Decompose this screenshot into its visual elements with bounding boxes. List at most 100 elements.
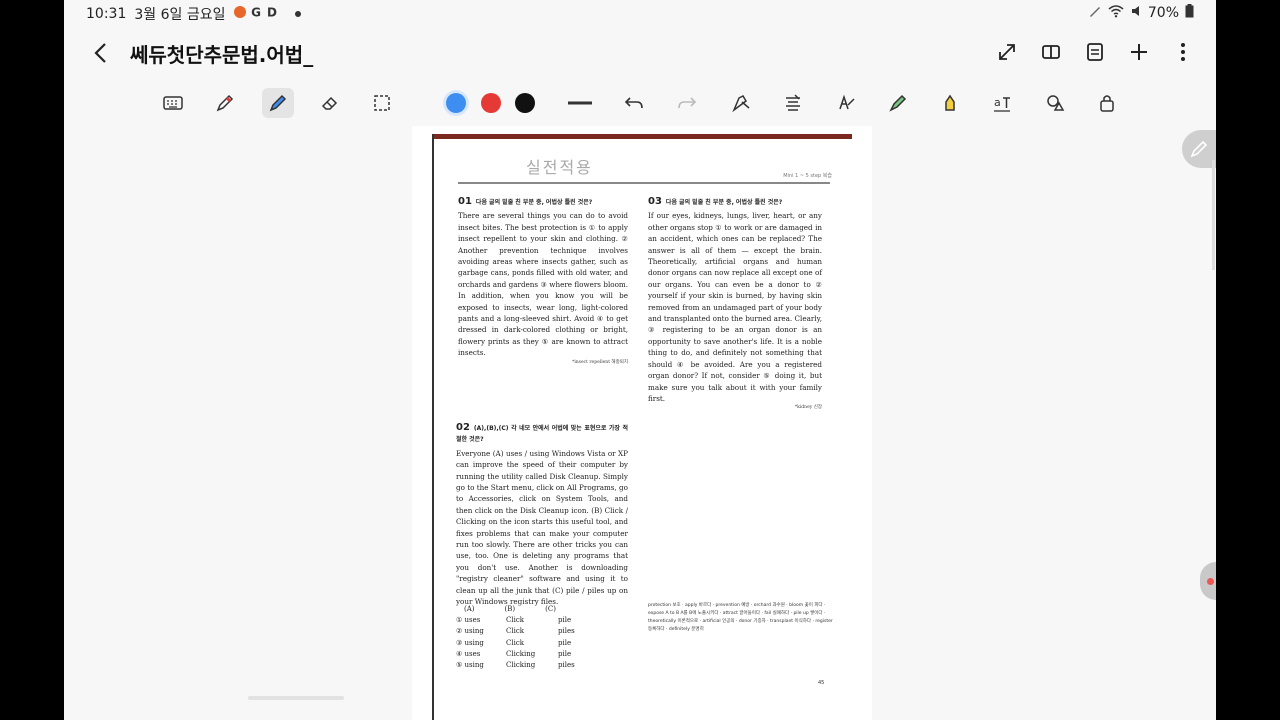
text-format-icon — [786, 94, 800, 111]
notification-icons: G D — [233, 5, 287, 23]
question-number: 01 — [458, 196, 472, 207]
answer-a: ④ uses — [456, 649, 481, 658]
page-view-button[interactable] — [1040, 38, 1062, 66]
app-bar: 쎄듀첫단추문법.어법_ — [64, 30, 1216, 76]
page-code: Mini 1 ~ 5 step 복습 — [783, 173, 832, 179]
highlighter-tool[interactable] — [262, 88, 294, 118]
question-prompt: 다음 글의 밑줄 친 부분 중, 어법상 틀린 것은? — [475, 199, 593, 206]
undo-icon — [624, 97, 643, 109]
scrollbar[interactable] — [1212, 160, 1215, 270]
highlighter-yellow-tool[interactable] — [934, 88, 966, 118]
column-b-header: (B) — [504, 605, 516, 613]
question-prompt: (A),(B),(C) 각 네모 안에서 어법에 맞는 표현으로 가장 적절한 … — [456, 425, 628, 444]
color-swatch-black[interactable] — [509, 88, 541, 118]
pen-status-icon — [1088, 4, 1102, 22]
answer-header: (A) (B) (C) — [456, 604, 575, 615]
answer-a: ⑤ using — [456, 661, 484, 670]
answer-a: ① uses — [456, 616, 481, 625]
question-02: 02 (A),(B),(C) 각 네모 안에서 어법에 맞는 표현으로 가장 적절… — [456, 422, 628, 608]
undo-button[interactable] — [618, 88, 650, 118]
answer-b: Click — [506, 638, 524, 647]
answer-c: pile — [558, 638, 572, 647]
tablet-screen: 10:31 3월 6일 금요일 G D 70% 쎄듀첫단추문법.어법_ a 실전… — [64, 0, 1216, 720]
page-number: 45 — [818, 680, 825, 686]
text-align-tool[interactable] — [777, 88, 809, 118]
yellow-highlighter-icon — [945, 94, 955, 111]
color-swatch-blue[interactable] — [440, 88, 472, 118]
vocabulary-box: protection 보호 · apply 바르다 · prevention 예… — [648, 603, 833, 632]
status-bar: 10:31 3월 6일 금요일 G D 70% — [64, 0, 1216, 26]
gesture-handle[interactable] — [248, 696, 344, 700]
wifi-icon — [1108, 4, 1124, 22]
pen-icon — [216, 94, 234, 112]
answer-c: pile — [558, 616, 572, 625]
page-top-bar — [434, 134, 852, 139]
answer-row: ③ using Click pile — [456, 638, 575, 649]
shapes-icon — [1047, 95, 1065, 111]
section-heading: 실전적용 — [526, 158, 593, 177]
question-body: Everyone (A) uses / using Windows Vista … — [456, 448, 628, 607]
page-list-button[interactable] — [1084, 38, 1106, 66]
pen-mode-tool[interactable] — [725, 88, 757, 118]
answer-b: Clicking — [506, 661, 536, 670]
answer-b: Click — [506, 627, 524, 636]
more-options-button[interactable] — [1172, 38, 1194, 66]
column-c-header: (C) — [545, 605, 556, 613]
fullscreen-button[interactable] — [996, 38, 1018, 66]
heading-rule — [458, 182, 830, 184]
marker-icon — [889, 94, 907, 112]
back-button[interactable] — [88, 38, 112, 68]
text-tool[interactable]: a — [986, 88, 1018, 118]
eraser-tool[interactable] — [314, 88, 346, 118]
text-box-icon: a — [994, 96, 1010, 112]
redo-button[interactable] — [671, 88, 703, 118]
keyboard-tool[interactable] — [157, 88, 189, 118]
answer-c: piles — [558, 627, 575, 636]
keyboard-icon — [163, 96, 183, 110]
document-icon — [1087, 43, 1103, 61]
answer-row: ⑤ using Clicking piles — [456, 660, 575, 671]
handwriting-to-text-tool[interactable] — [830, 88, 862, 118]
svg-text:G: G — [252, 6, 262, 20]
expand-icon — [999, 44, 1015, 60]
answer-a: ② using — [456, 627, 484, 636]
handwriting-icon — [839, 94, 855, 110]
more-notifications-dot — [295, 11, 302, 17]
eraser-icon — [321, 96, 338, 110]
question-number: 02 — [456, 422, 470, 433]
stroke-width-tool[interactable] — [564, 88, 596, 118]
lock-tool[interactable] — [1091, 88, 1123, 118]
status-time: 10:31 — [86, 6, 127, 22]
redo-icon — [678, 97, 697, 109]
pencil-icon — [1190, 140, 1208, 158]
floating-pen-button[interactable] — [1182, 130, 1216, 168]
shapes-tool[interactable] — [1039, 88, 1071, 118]
lasso-select-tool[interactable] — [366, 88, 398, 118]
answer-row: ④ uses Clicking pile — [456, 649, 575, 660]
svg-text:D: D — [268, 6, 278, 20]
black-swatch — [515, 93, 535, 113]
footnote: *insect repellent 해충퇴치 — [572, 359, 628, 365]
drawing-toolbar: a — [64, 84, 1216, 122]
column-a-header: (A) — [464, 605, 475, 613]
document-title: 쎄듀첫단추문법.어법_ — [130, 43, 314, 67]
color-swatch-red[interactable] — [475, 88, 507, 118]
record-dot-icon — [1207, 578, 1214, 585]
edge-panel-handle[interactable] — [1200, 562, 1216, 600]
answer-row: ① uses Click pile — [456, 615, 575, 626]
marker-tool[interactable] — [882, 88, 914, 118]
answer-b: Clicking — [506, 649, 536, 658]
answer-b: Click — [506, 616, 524, 625]
answer-choices: (A) (B) (C) ① uses Click pile ② using Click… — [456, 604, 575, 671]
svg-text:a: a — [994, 96, 1001, 109]
highlighter-icon — [269, 94, 287, 112]
add-page-button[interactable] — [1128, 38, 1150, 66]
note-canvas[interactable]: 실전적용 Mini 1 ~ 5 step 복습 01 다음 글의 밑줄 친 부분 … — [412, 126, 872, 720]
red-swatch — [481, 93, 501, 113]
answer-a: ③ using — [456, 638, 484, 647]
selection-icon — [374, 95, 390, 111]
status-date: 3월 6일 금요일 — [134, 7, 226, 23]
answer-c: pile — [558, 649, 572, 658]
plus-icon — [1131, 44, 1147, 60]
pen-tool[interactable] — [209, 88, 241, 118]
